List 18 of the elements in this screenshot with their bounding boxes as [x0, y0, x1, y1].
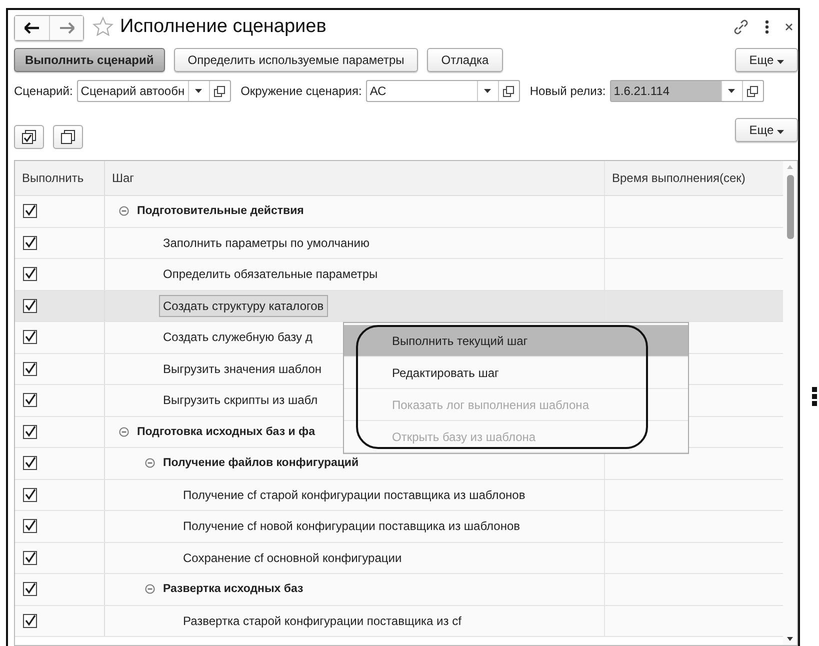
step-name: Создать структуру каталогов — [159, 294, 328, 317]
step-name: Подготовительные действия — [137, 205, 304, 218]
field-label: Новый релиз: — [530, 84, 606, 98]
step-name: Выгрузить скрипты из шабл — [163, 393, 318, 408]
step-name: Заполнить параметры по умолчанию — [163, 236, 370, 250]
window-title: Исполнение сценариев — [120, 16, 326, 38]
field-label: Сценарий: — [14, 84, 73, 98]
step-name: Получение cf новой конфигурации поставщика из шаблонов — [183, 519, 520, 534]
step-name: Создать служебную базу д — [163, 330, 312, 344]
step-name: Подготовка исходных баз и фа — [137, 426, 315, 438]
step-name: Сохранение cf основной конфигурации — [183, 550, 402, 565]
step-name: Развертка старой конфигурации поставщика из cf — [183, 614, 462, 628]
step-name: Развертка исходных баз — [163, 583, 304, 596]
field-label: Окружение сценария: — [240, 84, 362, 98]
step-name: Выгрузить значения шаблон — [163, 362, 322, 376]
step-name: Получение файлов конфигураций — [163, 457, 359, 470]
step-name: Определить обязательные параметры — [163, 267, 378, 282]
step-name: Получение cf старой конфигурации поставщика из шаблонов — [183, 488, 526, 502]
